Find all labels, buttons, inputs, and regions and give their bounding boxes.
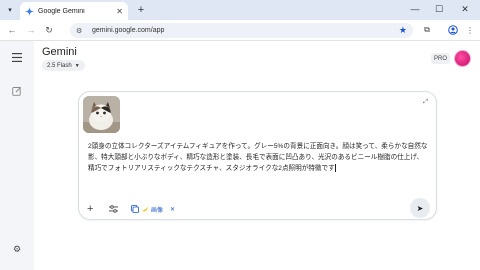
chip-close-icon[interactable]: ✕: [170, 206, 175, 213]
send-icon: ➤: [416, 203, 424, 213]
browser-toolbar: ← → ↻ ⚙ gemini.google.com/app ★ ⧉ ⋮: [0, 20, 480, 41]
image-tool-chip[interactable]: 画像 ✕: [131, 202, 175, 216]
tab-strip: ▾ Google Gemini ✕ + — ☐ ✕: [0, 0, 480, 20]
model-selector[interactable]: 2.5 Flash ▼: [42, 60, 85, 71]
gemini-favicon-icon: [25, 6, 34, 16]
send-button[interactable]: ➤: [410, 198, 430, 218]
close-window-button[interactable]: ✕: [458, 2, 472, 16]
banana-icon: [141, 205, 149, 213]
image-gallery-icon: [131, 205, 139, 213]
extensions-icon[interactable]: ⧉: [420, 23, 434, 37]
url-text: gemini.google.com/app: [92, 27, 165, 34]
prompt-text: 2頭身の立体コレクターズアイテムフィギュアを作って。グレー5%の背景に正面向き。…: [88, 143, 428, 172]
forward-icon[interactable]: →: [24, 23, 38, 37]
image-chip-label: 画像: [151, 207, 164, 214]
sidebar: ⚙: [0, 41, 34, 270]
maximize-button[interactable]: ☐: [432, 2, 446, 16]
expand-icon[interactable]: ⤢: [423, 99, 428, 106]
address-bar[interactable]: ⚙ gemini.google.com/app ★: [70, 23, 413, 38]
text-caret: [334, 164, 336, 173]
pro-badge[interactable]: PRO: [431, 53, 451, 64]
prompt-composer[interactable]: ⤢ 2頭身の立体コレクターズアイテムフィギュアを作って。グレー5%の背景に正面向…: [78, 91, 437, 220]
app-title: Gemini: [42, 46, 77, 58]
tab-title: Google Gemini: [38, 7, 85, 15]
tab-search-icon[interactable]: ▾: [4, 4, 16, 16]
plus-icon: +: [87, 203, 94, 215]
new-tab-button[interactable]: +: [134, 3, 148, 17]
reload-icon[interactable]: ↻: [42, 23, 56, 37]
menu-icon[interactable]: [11, 51, 23, 63]
prompt-input[interactable]: 2頭身の立体コレクターズアイテムフィギュアを作って。グレー5%の背景に正面向き。…: [88, 141, 428, 174]
site-info-icon[interactable]: ⚙: [76, 27, 86, 35]
model-label: 2.5 Flash: [47, 62, 72, 69]
tools-button[interactable]: [109, 202, 118, 216]
back-icon[interactable]: ←: [5, 23, 19, 37]
more-menu-icon[interactable]: ⋮: [463, 23, 477, 37]
minimize-button[interactable]: —: [408, 2, 422, 16]
tools-icon: [109, 205, 118, 213]
bookmark-star-icon[interactable]: ★: [399, 25, 407, 36]
chevron-down-icon: ▼: [74, 62, 80, 69]
settings-icon[interactable]: ⚙: [11, 243, 23, 255]
profile-icon[interactable]: [446, 23, 460, 37]
new-chat-icon[interactable]: [11, 85, 23, 97]
close-tab-icon[interactable]: ✕: [116, 7, 123, 16]
browser-tab[interactable]: Google Gemini ✕: [20, 2, 128, 20]
avatar[interactable]: [454, 50, 471, 67]
add-attachment-button[interactable]: +: [87, 202, 93, 216]
attached-image-thumbnail[interactable]: [83, 96, 120, 133]
